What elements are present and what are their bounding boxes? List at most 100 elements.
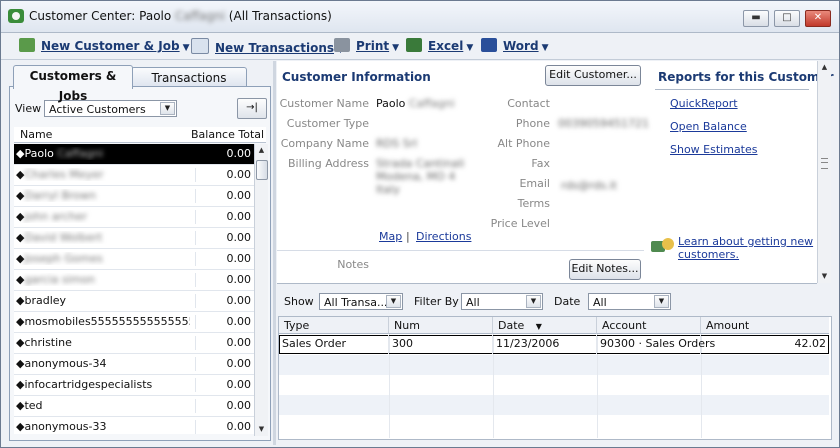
directions-link[interactable]: Directions: [416, 230, 471, 243]
sort-descending-icon: ▼: [535, 322, 542, 331]
excel-label: Excel: [428, 39, 464, 53]
phone-value: 0039059451721: [558, 117, 649, 130]
list-item[interactable]: ◆ted 0.00: [14, 396, 254, 417]
scroll-down-icon[interactable]: ▼: [818, 270, 831, 283]
list-item[interactable]: ◆bradley 0.00: [14, 291, 254, 312]
billing-address-line1: Strada Cantinali: [376, 157, 465, 170]
date-column-header-text: Date: [498, 319, 525, 332]
customer-center-window: Customer Center: Paolo Caffagni (All Tra…: [0, 0, 840, 448]
row-num: 300: [389, 335, 493, 354]
word-button[interactable]: Word ▼: [481, 38, 548, 54]
customer-name-text: christine: [24, 336, 72, 349]
customer-name: ◆christine: [16, 336, 72, 349]
customer-name-text: anonymous-34: [24, 357, 107, 370]
date-select[interactable]: All ▼: [588, 293, 671, 310]
customer-name-value: Paolo Caffagni: [376, 97, 455, 110]
reports-title: Reports for this Customer: [658, 70, 834, 84]
row-amount: 42.02: [794, 337, 827, 350]
date-column-header[interactable]: Date ▼: [493, 317, 597, 334]
num-column-header[interactable]: Num: [389, 317, 493, 334]
list-item[interactable]: ◆David Wolbert 0.00: [14, 228, 254, 249]
list-item[interactable]: ◆john archer 0.00: [14, 207, 254, 228]
link-separator: |: [406, 230, 410, 243]
chevron-down-icon: ▼: [182, 43, 190, 53]
scrollbar-grip-icon[interactable]: [821, 158, 828, 169]
excel-button[interactable]: Excel ▼: [406, 38, 473, 54]
quickreport-link[interactable]: QuickReport: [670, 97, 738, 110]
amount-column-header[interactable]: Amount: [701, 317, 829, 334]
customer-name-redacted: Caffagni: [408, 97, 455, 110]
customer-name-redacted: john archer: [24, 210, 88, 223]
customer-list-scrollbar[interactable]: ▲ ▼: [254, 144, 268, 436]
customer-balance: 0.00: [195, 399, 251, 413]
chevron-down-icon: ▼: [160, 102, 175, 115]
window-title: Customer Center: Paolo Caffagni (All Tra…: [29, 9, 332, 23]
open-balance-link[interactable]: Open Balance: [670, 120, 747, 133]
learn-customers-link-line2[interactable]: customers.: [678, 248, 739, 261]
table-row[interactable]: Sales Order 300 11/23/2006 90300 · Sales…: [279, 335, 829, 354]
customer-name: ◆Darryl Brown: [16, 189, 97, 202]
empty-row: [279, 355, 829, 375]
scroll-down-icon[interactable]: ▼: [255, 423, 268, 436]
date-label: Date: [554, 295, 581, 308]
customer-name-first: Paolo: [376, 97, 406, 110]
toolbar: New Customer & Job▼ New Transactions▼ Pr…: [1, 33, 839, 60]
row-date: 11/23/2006: [493, 335, 597, 354]
balance-column-header[interactable]: Balance Total: [191, 128, 264, 141]
account-column-header[interactable]: Account: [597, 317, 701, 334]
list-item[interactable]: ◆anonymous-34 0.00: [14, 354, 254, 375]
panel-splitter[interactable]: [273, 61, 276, 445]
list-item[interactable]: ◆Charles Meyer 0.00: [14, 165, 254, 186]
price-level-label: Price Level: [490, 217, 550, 230]
customer-name-text: bradley: [24, 294, 67, 307]
filter-by-label: Filter By: [414, 295, 459, 308]
arrow-right-bar-icon: →|: [246, 102, 258, 113]
list-item[interactable]: ◆anonymous-33 0.00: [14, 417, 254, 434]
list-item[interactable]: ◆garcia simon 0.00: [14, 270, 254, 291]
customer-balance: 0.00: [195, 378, 251, 392]
list-item[interactable]: ◆mosmobiles555555555555555... 0.00: [14, 312, 254, 333]
tab-customers-jobs[interactable]: Customers & Jobs: [13, 65, 133, 103]
expand-panel-button[interactable]: →|: [237, 98, 267, 119]
list-item[interactable]: ◆Paolo Caffagni 0.00: [14, 144, 254, 165]
list-item[interactable]: ◆Joseph Gomes 0.00: [14, 249, 254, 270]
maximize-button[interactable]: □: [774, 10, 800, 27]
type-column-header[interactable]: Type: [279, 317, 389, 334]
list-item[interactable]: ◆infocartridgespecialists 0.00: [14, 375, 254, 396]
email-value[interactable]: rds@rds.it: [561, 179, 617, 192]
notes-label: Notes: [337, 258, 369, 271]
name-column-header[interactable]: Name: [20, 128, 52, 141]
scrollbar-thumb[interactable]: [256, 160, 268, 180]
close-button[interactable]: ✕: [805, 10, 831, 27]
filter-by-select[interactable]: All ▼: [461, 293, 543, 310]
customer-name: ◆anonymous-33: [16, 420, 107, 433]
customer-name: ◆Joseph Gomes: [16, 252, 103, 265]
map-link[interactable]: Map: [379, 230, 402, 243]
new-transactions-button[interactable]: New Transactions▼: [191, 38, 344, 55]
minimize-button[interactable]: ▬: [743, 10, 769, 27]
chevron-down-icon: ▼: [466, 43, 474, 53]
company-name-value: RDS Srl: [376, 137, 418, 150]
customer-balance: 0.00: [195, 252, 251, 266]
show-select[interactable]: All Transa... ▼: [319, 293, 403, 310]
customer-type-label: Customer Type: [286, 117, 369, 130]
print-button[interactable]: Print ▼: [334, 38, 399, 54]
list-item[interactable]: ◆Darryl Brown 0.00: [14, 186, 254, 207]
info-panel-scrollbar[interactable]: ▲ ▼: [817, 61, 831, 283]
scroll-up-icon[interactable]: ▲: [255, 144, 268, 157]
window-title-suffix: (All Transactions): [228, 9, 332, 23]
quickbooks-app-icon: [8, 9, 24, 23]
chevron-down-icon: ▼: [526, 295, 541, 308]
customer-name: ◆David Wolbert: [16, 231, 103, 244]
edit-customer-button[interactable]: Edit Customer...: [545, 65, 641, 86]
new-customer-job-button[interactable]: New Customer & Job ▼: [19, 38, 190, 54]
scroll-up-icon[interactable]: ▲: [818, 61, 831, 74]
show-estimates-link[interactable]: Show Estimates: [670, 143, 758, 156]
title-bar: Customer Center: Paolo Caffagni (All Tra…: [1, 1, 839, 33]
tab-transactions[interactable]: Transactions: [131, 67, 247, 88]
list-item[interactable]: ◆christine 0.00: [14, 333, 254, 354]
learn-customers-link-line1[interactable]: Learn about getting new: [678, 235, 813, 248]
customer-balance: 0.00: [195, 357, 251, 371]
edit-notes-button[interactable]: Edit Notes...: [569, 259, 641, 280]
new-transactions-label: New Transactions: [215, 41, 335, 55]
